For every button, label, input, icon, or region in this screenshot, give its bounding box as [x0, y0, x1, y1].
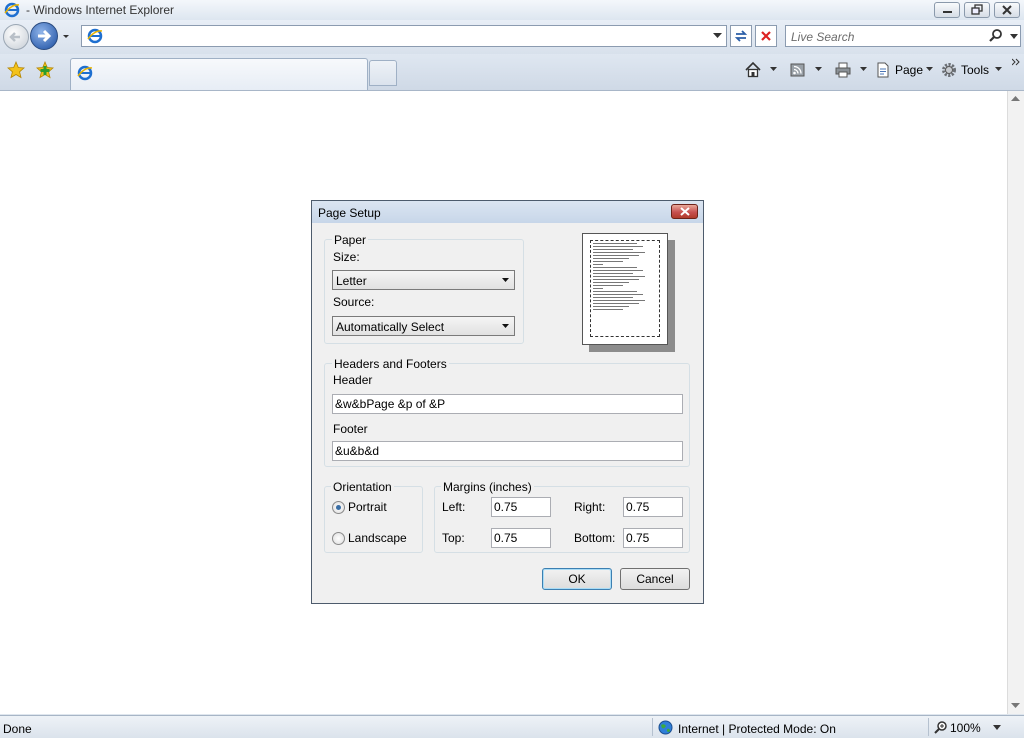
address-bar[interactable]	[81, 25, 727, 47]
footer-field[interactable]	[332, 441, 683, 461]
landscape-label[interactable]: Landscape	[348, 531, 407, 545]
size-select-value: Letter	[336, 274, 367, 288]
margins-legend: Margins (inches)	[441, 480, 534, 494]
scroll-down-icon[interactable]	[1011, 703, 1020, 709]
globe-icon	[658, 720, 673, 735]
internet-explorer-icon	[4, 2, 20, 18]
refresh-button[interactable]	[730, 25, 752, 47]
page-ie-icon	[87, 28, 103, 44]
status-separator	[928, 718, 929, 736]
chevron-down-icon	[502, 278, 509, 282]
headers-footers-legend: Headers and Footers	[332, 357, 449, 371]
forward-arrow-icon	[38, 29, 52, 43]
restore-button[interactable]	[964, 2, 990, 18]
ok-button[interactable]: OK	[542, 568, 612, 590]
chevron-more-icon[interactable]	[1012, 58, 1020, 66]
page-menu-label[interactable]: Page	[895, 63, 923, 77]
feeds-dropdown-icon[interactable]	[815, 67, 822, 72]
preview-text-area	[590, 240, 660, 337]
favorites-center-icon[interactable]	[7, 61, 25, 79]
left-margin-label: Left:	[442, 500, 466, 514]
right-margin-label: Right:	[574, 500, 606, 514]
home-icon[interactable]	[744, 61, 762, 79]
close-icon	[1002, 5, 1012, 15]
status-separator	[652, 718, 653, 736]
zoom-dropdown-icon[interactable]	[993, 725, 1001, 730]
cancel-button[interactable]: Cancel	[620, 568, 690, 590]
size-label: Size:	[333, 250, 360, 264]
page-preview	[582, 233, 668, 345]
print-icon[interactable]	[834, 61, 852, 79]
search-box[interactable]	[785, 25, 1021, 47]
forward-button[interactable]	[30, 22, 58, 50]
feeds-icon[interactable]	[789, 61, 807, 79]
add-to-favorites-icon[interactable]	[36, 61, 54, 79]
vertical-scrollbar[interactable]	[1007, 91, 1024, 714]
chevron-down-icon	[502, 324, 509, 328]
search-input[interactable]	[791, 29, 981, 44]
header-label: Header	[333, 373, 373, 387]
back-button[interactable]	[3, 24, 29, 50]
size-select[interactable]: Letter	[332, 270, 515, 290]
stop-button[interactable]	[755, 25, 777, 47]
landscape-radio[interactable]	[332, 532, 345, 545]
gear-icon[interactable]	[940, 61, 958, 79]
source-select-value: Automatically Select	[336, 320, 445, 334]
tools-menu-label[interactable]: Tools	[961, 63, 989, 77]
status-bar: Done Internet | Protected Mode: On 100%	[0, 715, 1024, 738]
scroll-up-icon[interactable]	[1011, 96, 1020, 102]
tools-dropdown-icon[interactable]	[995, 67, 1002, 72]
dialog-title: Page Setup	[318, 206, 381, 220]
recent-pages-dropdown-icon[interactable]	[61, 31, 71, 41]
minimize-button[interactable]	[934, 2, 960, 18]
header-field[interactable]	[332, 394, 683, 414]
radio-selected-dot	[336, 505, 341, 510]
source-select[interactable]: Automatically Select	[332, 316, 515, 336]
new-tab-button[interactable]	[369, 60, 397, 86]
dialog-title-bar: Page Setup	[312, 201, 703, 223]
window-title-bar: - Windows Internet Explorer	[0, 0, 1024, 20]
source-label: Source:	[333, 295, 375, 309]
orientation-legend: Orientation	[331, 480, 394, 494]
minimize-icon	[943, 11, 952, 13]
page-dropdown-icon[interactable]	[926, 67, 933, 72]
dialog-close-button[interactable]	[671, 204, 698, 219]
search-icon[interactable]	[988, 28, 1004, 44]
tab-ie-icon	[77, 65, 93, 81]
close-icon	[680, 207, 690, 216]
paper-legend: Paper	[332, 233, 369, 247]
home-dropdown-icon[interactable]	[770, 67, 777, 72]
stop-icon	[761, 31, 771, 41]
security-zone-text[interactable]: Internet | Protected Mode: On	[678, 722, 836, 736]
top-margin-label: Top:	[442, 531, 465, 545]
right-margin-field[interactable]	[623, 497, 683, 517]
left-margin-field[interactable]	[491, 497, 551, 517]
address-dropdown-icon[interactable]	[713, 33, 722, 39]
status-text: Done	[3, 722, 32, 736]
zoom-icon[interactable]	[934, 720, 948, 734]
page-menu-icon[interactable]	[875, 61, 891, 79]
top-margin-field[interactable]	[491, 528, 551, 548]
zoom-level[interactable]: 100%	[950, 721, 981, 735]
tab-current[interactable]	[70, 58, 368, 90]
print-dropdown-icon[interactable]	[860, 67, 867, 72]
portrait-label[interactable]: Portrait	[348, 500, 387, 514]
refresh-icon	[734, 30, 748, 42]
restore-icon	[971, 4, 983, 15]
back-arrow-icon	[9, 32, 20, 42]
search-options-dropdown-icon[interactable]	[1010, 34, 1018, 39]
portrait-radio[interactable]	[332, 501, 345, 514]
bottom-margin-field[interactable]	[623, 528, 683, 548]
close-window-button[interactable]	[994, 2, 1020, 18]
footer-label: Footer	[333, 422, 368, 436]
address-input[interactable]	[108, 28, 698, 44]
bottom-margin-label: Bottom:	[574, 531, 616, 545]
window-title: - Windows Internet Explorer	[26, 3, 175, 17]
